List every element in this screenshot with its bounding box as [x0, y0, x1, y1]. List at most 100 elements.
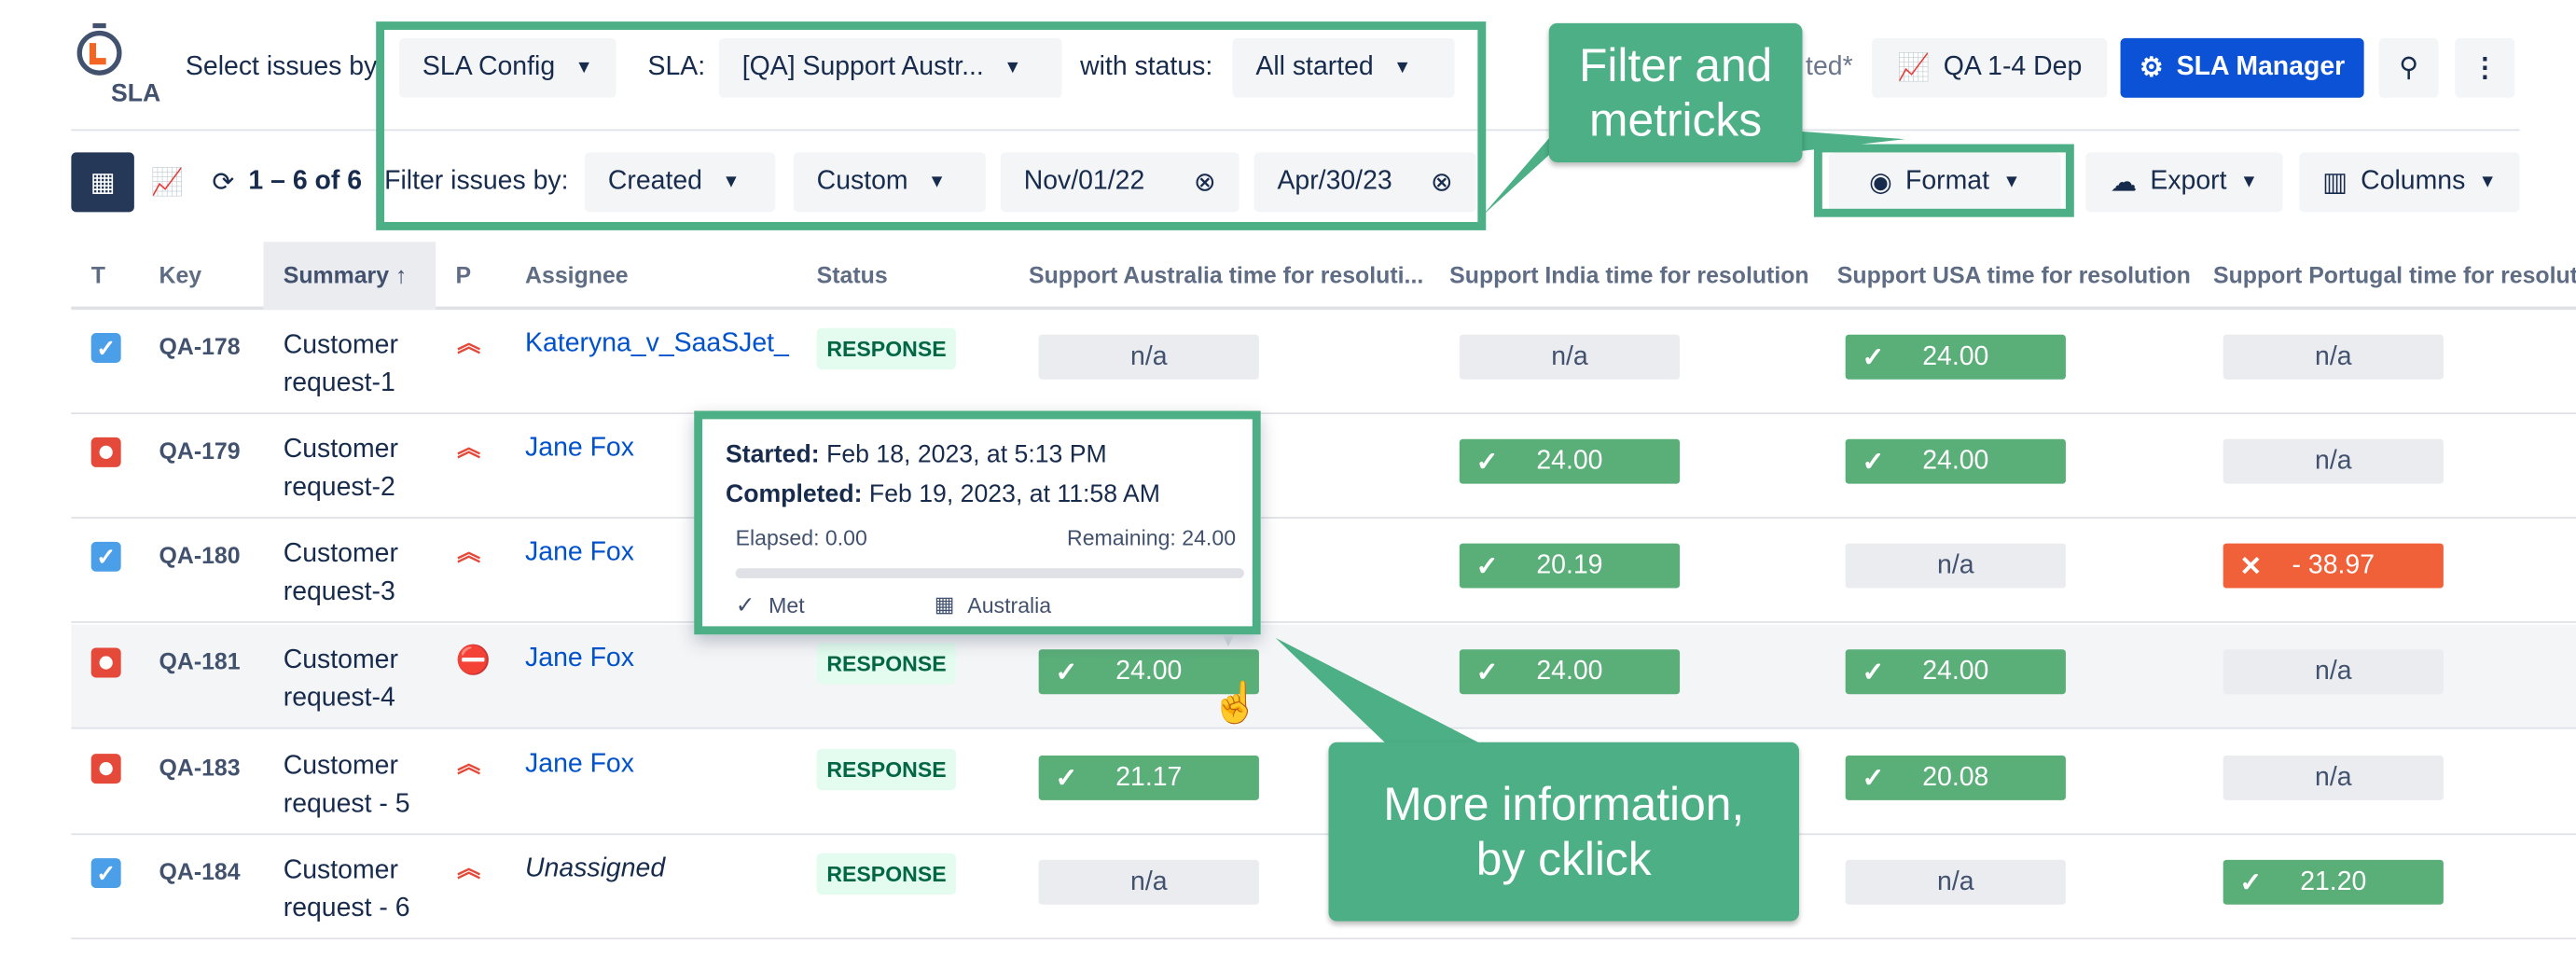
issue-summary[interactable]: Customer request-1: [284, 326, 398, 403]
summary-line: request-2: [283, 473, 395, 503]
col-sla-india[interactable]: Support India time for resolution: [1449, 262, 1808, 288]
high-priority-icon: ︽: [457, 538, 481, 565]
summary-line: Customer: [283, 540, 398, 569]
status-badge: RESPONSE: [816, 748, 957, 791]
refresh-icon[interactable]: ⟳: [212, 166, 234, 200]
summary-line: request-4: [283, 684, 395, 713]
sla-india-cell[interactable]: ✓ 24.00: [1459, 438, 1681, 484]
assignee[interactable]: Kateryna_v_SaaSJet_: [525, 329, 789, 359]
issue-key[interactable]: QA-184: [159, 858, 241, 884]
sla-portugal-cell[interactable]: ✕ - 38.97: [2223, 543, 2444, 589]
sla-portugal-cell[interactable]: n/a: [2223, 649, 2444, 695]
result-count: 1 – 6 of 6: [248, 167, 363, 196]
col-sla-usa[interactable]: Support USA time for resolution: [1837, 262, 2191, 288]
issue-summary[interactable]: Customer request-3: [284, 535, 398, 612]
sla-value: 21.17: [1115, 762, 1183, 792]
assignee[interactable]: Jane Fox: [525, 751, 634, 781]
table-row[interactable]: ✓ QA-180 Customer request-3 ︽ Jane Fox ✓ 20.19 n…: [71, 519, 2576, 623]
sla-logo: SLA: [75, 22, 174, 109]
sla-value: 24.00: [1922, 657, 1989, 686]
sla-australia-cell[interactable]: n/a: [1038, 859, 1259, 905]
table-row[interactable]: ✓ QA-184 Customer request - 6 ︽ Unassigned RES…: [71, 835, 2576, 940]
dashboard-button-label: QA 1-4 Dep: [1943, 52, 2083, 82]
sla-portugal-cell[interactable]: n/a: [2223, 438, 2444, 484]
status-badge: RESPONSE: [816, 327, 957, 370]
columns-button[interactable]: ▥ Columns ▼: [2299, 152, 2520, 213]
sla-usa-cell[interactable]: n/a: [1845, 543, 2066, 589]
pin-button[interactable]: ⚲: [2378, 37, 2439, 98]
issue-key[interactable]: QA-181: [159, 647, 241, 673]
completed-value: Feb 19, 2023, at 11:58 AM: [868, 480, 1160, 509]
assignee[interactable]: Jane Fox: [525, 434, 634, 464]
sla-usa-cell[interactable]: ✓ 24.00: [1845, 438, 2066, 484]
check-icon: ✓: [2239, 868, 2263, 897]
issue-key[interactable]: QA-179: [159, 437, 241, 464]
status-badge: RESPONSE: [816, 853, 957, 895]
columns-button-label: Columns: [2361, 167, 2466, 196]
task-type-icon: ✓: [90, 541, 121, 572]
high-priority-icon: ︽: [457, 434, 481, 461]
remaining-text: Remaining: 24.00: [1067, 525, 1237, 550]
export-button[interactable]: ☁ Export ▼: [2085, 152, 2283, 213]
assignee[interactable]: Jane Fox: [525, 645, 634, 674]
calendar-label: Australia: [967, 592, 1052, 618]
issue-key[interactable]: QA-183: [159, 754, 241, 780]
cross-icon: ✕: [2239, 552, 2263, 581]
col-status[interactable]: Status: [817, 262, 888, 288]
sla-manager-button[interactable]: ⚙ SLA Manager: [2120, 37, 2364, 98]
col-assignee[interactable]: Assignee: [525, 262, 629, 288]
sla-value: n/a: [2315, 341, 2352, 370]
chevron-down-icon: ▼: [2239, 172, 2259, 193]
issue-key[interactable]: QA-180: [159, 542, 241, 568]
table-view-button[interactable]: ▦: [71, 152, 134, 213]
sla-usa-cell[interactable]: ✓ 20.08: [1845, 755, 2066, 800]
col-sla-portugal[interactable]: Support Portugal time for resolut: [2213, 262, 2576, 288]
sla-value: 24.00: [1922, 341, 1989, 370]
export-button-label: Export: [2150, 167, 2227, 196]
sla-usa-cell[interactable]: n/a: [1845, 859, 2066, 905]
more-vertical-icon: ⋮: [2472, 54, 2499, 83]
summary-line: request - 5: [283, 790, 410, 819]
col-priority[interactable]: P: [455, 262, 471, 288]
bug-type-icon: [90, 647, 121, 678]
col-sla-australia[interactable]: Support Australia time for resoluti...: [1029, 262, 1423, 288]
more-button[interactable]: ⋮: [2455, 37, 2515, 98]
issue-summary[interactable]: Customer request-4: [284, 641, 398, 717]
col-key[interactable]: Key: [159, 262, 202, 288]
sla-portugal-cell[interactable]: n/a: [2223, 755, 2444, 800]
started-label: Started:: [725, 440, 820, 469]
col-type[interactable]: T: [91, 262, 105, 288]
summary-line: Customer: [283, 856, 398, 885]
high-priority-icon: ︽: [457, 854, 481, 881]
dashboard-button[interactable]: 📈 QA 1-4 Dep: [1872, 37, 2108, 98]
sla-value: 20.08: [1922, 762, 1989, 792]
sla-value: n/a: [2315, 657, 2352, 686]
summary-line: Customer: [283, 752, 398, 781]
table-row[interactable]: QA-179 Customer request-2 ︽ Jane Fox ✓ 24.00 ✓ 2…: [71, 414, 2576, 519]
sla-australia-cell[interactable]: ✓ 21.17: [1038, 755, 1259, 800]
table-row[interactable]: ✓ QA-178 Customer request-1 ︽ Kateryna_v_SaaS…: [71, 310, 2576, 415]
high-priority-icon: ︽: [457, 750, 481, 778]
sla-australia-cell[interactable]: n/a: [1038, 334, 1259, 380]
columns-icon: ▥: [2322, 169, 2347, 198]
issue-summary[interactable]: Customer request - 5: [284, 747, 410, 824]
sla-portugal-cell[interactable]: ✓ 21.20: [2223, 859, 2444, 905]
logo-text: SLA: [111, 79, 161, 108]
filter-callout: Filter and metricks: [1548, 22, 1803, 163]
check-icon: ✓: [1862, 659, 1885, 687]
sla-india-cell[interactable]: ✓ 20.19: [1459, 543, 1681, 589]
col-summary[interactable]: Summary ↑: [284, 262, 408, 288]
issue-summary[interactable]: Customer request-2: [284, 431, 398, 507]
sla-portugal-cell[interactable]: n/a: [2223, 334, 2444, 380]
sla-usa-cell[interactable]: ✓ 24.00: [1845, 334, 2066, 380]
sla-india-cell[interactable]: n/a: [1459, 334, 1681, 380]
pin-icon: ⚲: [2399, 54, 2419, 83]
summary-line: request-3: [283, 577, 395, 607]
issue-summary[interactable]: Customer request - 6: [284, 852, 410, 928]
sla-value: n/a: [2315, 446, 2352, 475]
bug-type-icon: [90, 437, 121, 467]
assignee[interactable]: Jane Fox: [525, 538, 634, 568]
chart-view-button[interactable]: 📈: [139, 152, 195, 212]
sla-usa-cell[interactable]: ✓ 24.00: [1845, 649, 2066, 695]
issue-key[interactable]: QA-178: [159, 333, 241, 359]
